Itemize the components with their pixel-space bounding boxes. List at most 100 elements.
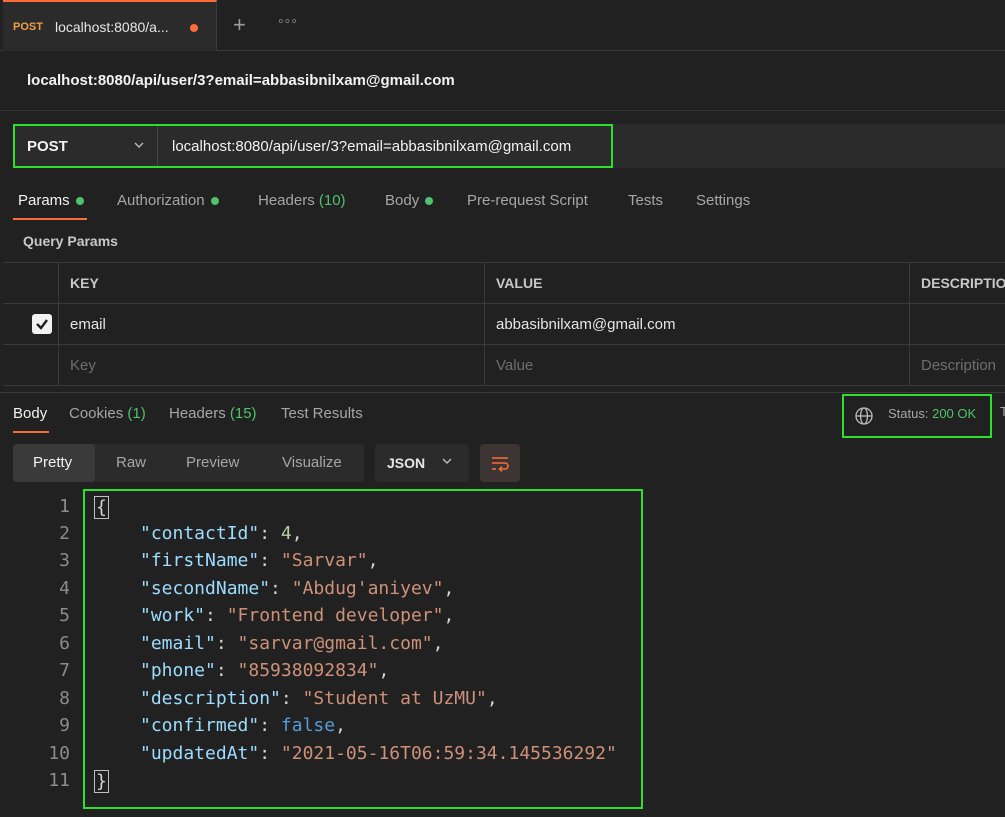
headers-count: (10) [318,192,346,209]
line-number: 1 [59,496,70,517]
status-dot-icon [210,197,219,206]
line-number: 4 [59,578,70,599]
tab-title: localhost:8080/a... [55,19,169,35]
status-label: Status: [888,406,929,421]
json-value: "sarvar@gmail.com" [237,633,433,654]
column-header-description-label: DESCRIPTION [921,275,1005,291]
param-value-cell[interactable]: abbasibnilxam@gmail.com [485,304,910,345]
format-preview-button[interactable]: Preview [167,444,262,482]
json-value: false [280,715,336,736]
description-placeholder: Description [921,357,997,374]
status[interactable]: Status: 200 OK [888,406,976,421]
divider [0,392,1005,393]
tab-body-label: Body [385,192,420,209]
json-value: "85938092834" [237,660,379,681]
value-input[interactable]: Value [485,345,910,386]
response-tab-cookies[interactable]: Cookies (1) [69,405,146,422]
response-tab-body[interactable]: Body [13,405,47,422]
json-key: "description" [140,688,281,709]
format-mode-group: Pretty Raw Preview Visualize [13,444,364,482]
wrap-lines-button[interactable] [480,444,520,482]
active-response-tab-indicator [13,431,49,433]
format-visualize-button[interactable]: Visualize [262,444,364,482]
json-key: "confirmed" [140,715,260,736]
description-input[interactable]: Description [910,345,1005,386]
code-line: 7 "phone": "85938092834", [0,660,640,687]
code-line: 2 "contactId": 4, [0,523,640,550]
row-checkbox-cell [3,304,59,345]
column-header-value: VALUE [485,263,910,304]
line-number: 9 [59,715,70,736]
line-number: 8 [59,688,70,709]
json-value: "Sarvar" [280,550,368,571]
format-raw-label: Raw [116,454,147,471]
url-bar: POST localhost:8080/api/user/3?email=abb… [13,124,613,168]
line-number: 6 [59,633,70,654]
code-line: 11} [0,770,640,797]
format-preview-label: Preview [186,454,240,471]
response-tab-cookies-label: Cookies [69,405,124,422]
json-key: "phone" [140,660,216,681]
param-key-cell[interactable]: email [59,304,485,345]
more-icon[interactable]: ◦◦◦ [278,13,298,31]
tab-method: POST [13,21,43,33]
cookies-count: (1) [127,405,146,422]
column-header-key-label: KEY [70,275,99,291]
tab-tests[interactable]: Tests [628,192,663,209]
close-brace: } [94,770,109,793]
line-number: 2 [59,523,70,544]
code-line: 3 "firstName": "Sarvar", [0,550,640,577]
response-tab-test-results[interactable]: Test Results [281,405,363,422]
tab-authorization-label: Authorization [117,192,205,209]
language-select[interactable]: JSON [375,444,469,482]
format-pretty-button[interactable]: Pretty [13,444,95,482]
plus-icon[interactable]: + [233,12,246,38]
code-line: 5 "work": "Frontend developer", [0,605,640,632]
json-value: "Frontend developer" [226,605,444,626]
line-number: 10 [48,743,70,764]
param-description-cell[interactable] [910,304,1005,345]
open-brace: { [94,496,109,519]
format-raw-button[interactable]: Raw [95,444,167,482]
globe-icon[interactable] [854,406,874,429]
json-key: "work" [140,605,206,626]
param-checkbox[interactable] [32,314,52,334]
status-dot-icon [75,197,84,206]
key-placeholder: Key [70,357,96,374]
tab-prerequest[interactable]: Pre-request Script [467,192,588,209]
line-number: 3 [59,550,70,571]
key-input[interactable]: Key [59,345,485,386]
code-line: 8 "description": "Student at UzMU", [0,688,640,715]
wrap-icon [492,457,509,473]
tab-params-label: Params [18,192,70,209]
response-headers-count: (15) [229,405,257,422]
unsaved-dot-icon [190,24,198,32]
url-input[interactable]: localhost:8080/api/user/3?email=abbasibn… [172,138,571,155]
divider [0,110,1005,111]
params-table: KEY VALUE DESCRIPTION email abbasibnilxa… [3,262,1005,386]
tab-headers[interactable]: Headers (10) [258,192,346,209]
tab-params[interactable]: Params [18,192,84,209]
tab-bar: POST localhost:8080/a... + ◦◦◦ [0,0,1005,51]
json-key: "secondName" [140,578,271,599]
json-key: "email" [140,633,216,654]
json-key: "contactId" [140,523,260,544]
response-tab-headers[interactable]: Headers (15) [169,405,257,422]
json-value: 4 [280,523,292,544]
chevron-down-icon [133,138,145,154]
tab-body[interactable]: Body [385,192,434,209]
tab-authorization[interactable]: Authorization [117,192,219,209]
column-header-key: KEY [59,263,485,304]
method-select[interactable]: POST [15,126,158,166]
response-tab-headers-label: Headers [169,405,226,422]
json-value: "2021-05-16T06:59:34.145536292" [280,743,617,764]
param-value: abbasibnilxam@gmail.com [496,316,676,333]
code-line: 9 "confirmed": false, [0,715,640,742]
format-visualize-label: Visualize [282,454,342,471]
request-title[interactable]: localhost:8080/api/user/3?email=abbasibn… [27,72,455,89]
chevron-down-icon [441,454,453,470]
language-label: JSON [387,455,426,471]
request-tab[interactable]: POST localhost:8080/a... [3,0,217,51]
query-params-label: Query Params [23,233,118,249]
tab-settings[interactable]: Settings [696,192,750,209]
